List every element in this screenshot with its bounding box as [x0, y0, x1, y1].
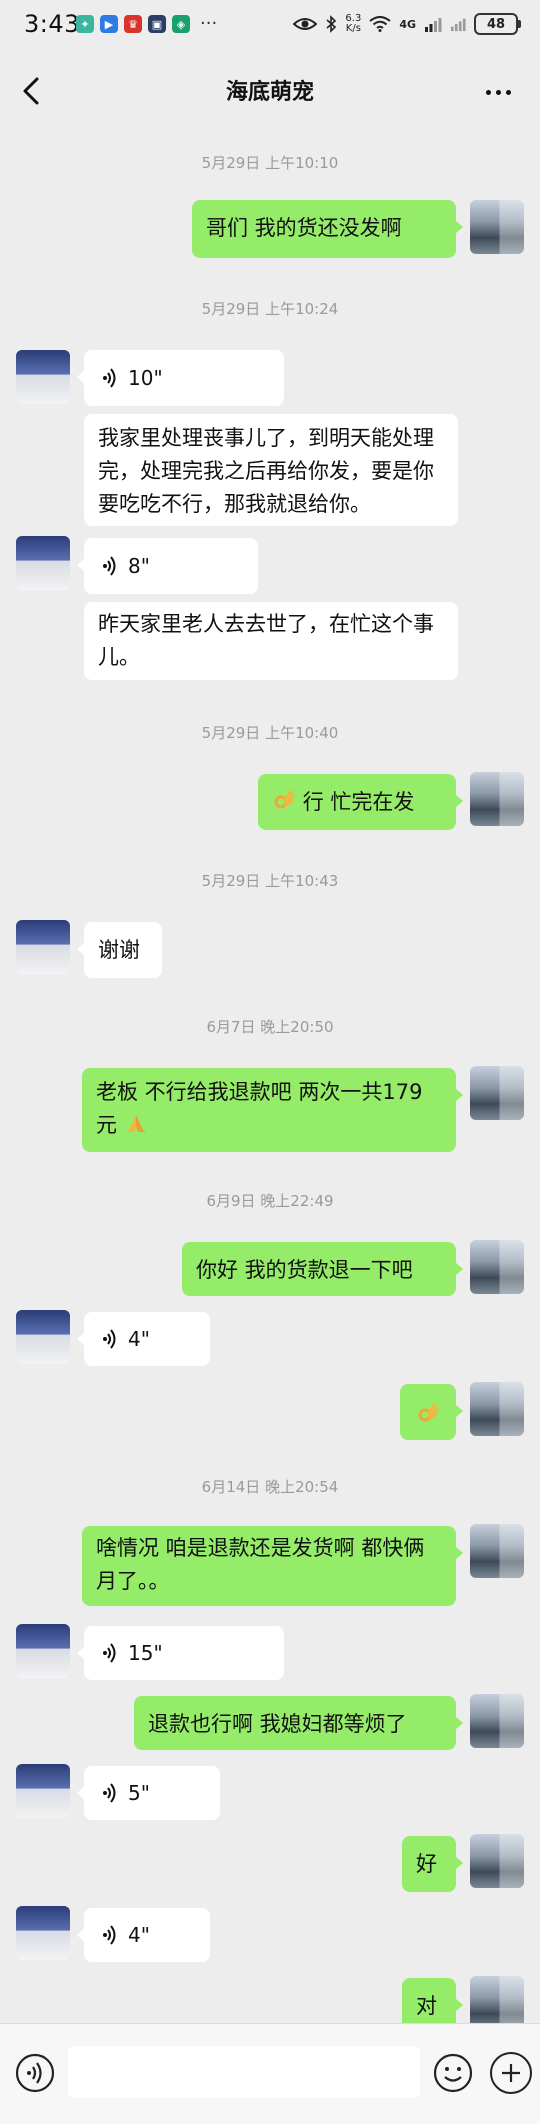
pray-emoji	[125, 1115, 146, 1132]
message-input[interactable]	[68, 2046, 420, 2098]
avatar[interactable]	[16, 1624, 70, 1678]
status-bar: 3:43 ✦ ▶ ♛ ▣ ◈ ··· 6.3 K/s 4G 48	[0, 0, 540, 46]
timestamp: 6月7日 晚上20:50	[206, 1018, 334, 1036]
notification-app-icon: ♛	[124, 15, 142, 33]
bluetooth-icon	[326, 15, 337, 33]
avatar[interactable]	[470, 1066, 524, 1120]
timestamp: 5月29日 上午10:10	[201, 154, 339, 172]
message-bubble[interactable]: 好	[402, 1836, 463, 1892]
ok-hand-emoji	[274, 790, 295, 809]
notification-app-icon: ✦	[76, 15, 94, 33]
signal-icon	[450, 18, 466, 32]
status-time: 3:43	[24, 10, 80, 38]
timestamp: 6月9日 晚上22:49	[206, 1192, 334, 1210]
emoji-message[interactable]	[400, 1384, 463, 1440]
network-type: 4G	[399, 17, 416, 31]
voice-duration: 10"	[128, 365, 163, 390]
voice-message[interactable]: 4"	[77, 1312, 210, 1366]
plus-icon[interactable]	[490, 2052, 532, 2094]
eye-icon	[293, 18, 318, 30]
message-text: 我家里处理丧事儿了，到明天能处理完，处理完我之后再给你发，要是你要吃吃不行，那我…	[98, 426, 434, 516]
message-text: 谢谢	[98, 938, 140, 962]
voice-duration: 15"	[128, 1640, 163, 1665]
voice-duration: 4"	[128, 1326, 150, 1351]
message-text: 昨天家里老人去去世了，在忙这个事儿。	[98, 612, 434, 669]
timestamp: 5月29日 上午10:40	[201, 724, 339, 742]
chat-title: 海底萌宠	[225, 80, 314, 105]
avatar[interactable]	[470, 1976, 524, 2030]
status-more: ···	[200, 13, 218, 34]
more-dots-icon[interactable]	[478, 80, 518, 104]
voice-wave-icon	[102, 367, 118, 389]
net-speed: 6.3 K/s	[345, 13, 362, 34]
avatar[interactable]	[470, 1834, 524, 1888]
avatar[interactable]	[16, 1764, 70, 1818]
avatar[interactable]	[470, 1240, 524, 1294]
wifi-icon	[369, 16, 391, 32]
message-text: 对	[416, 1994, 437, 2018]
voice-wave-icon	[102, 1642, 118, 1664]
signal-icon	[425, 18, 442, 32]
voice-message[interactable]: 4"	[77, 1908, 210, 1962]
message-text: 退款也行啊 我媳妇都等烦了	[148, 1712, 407, 1736]
message-text: 行 忙完在发	[302, 790, 415, 814]
message-bubble[interactable]: 我家里处理丧事儿了，到明天能处理完，处理完我之后再给你发，要是你要吃吃不行，那我…	[84, 414, 458, 526]
message-bubble[interactable]: 行 忙完在发	[258, 774, 463, 830]
voice-wave-icon	[102, 1924, 118, 1946]
notification-app-icon: ▣	[148, 15, 166, 33]
message-bubble[interactable]: 老板 不行给我退款吧 两次一共179元	[82, 1068, 463, 1152]
avatar[interactable]	[470, 1382, 524, 1436]
timestamp: 5月29日 上午10:43	[201, 872, 339, 890]
message-text: 啥情况 咱是退款还是发货啊 都快俩月了。。	[96, 1536, 425, 1593]
avatar[interactable]	[470, 200, 524, 254]
avatar[interactable]	[470, 1524, 524, 1578]
status-app-icons: ✦ ▶ ♛ ▣ ◈ ···	[76, 15, 217, 33]
voice-wave-icon	[102, 555, 118, 577]
ok-hand-emoji	[418, 1403, 439, 1422]
notification-app-icon: ◈	[172, 15, 190, 33]
message-bubble[interactable]: 退款也行啊 我媳妇都等烦了	[134, 1696, 463, 1750]
voice-message[interactable]: 15"	[77, 1626, 284, 1680]
avatar[interactable]	[16, 1310, 70, 1364]
voice-duration: 8"	[128, 553, 150, 578]
message-bubble[interactable]: 啥情况 咱是退款还是发货啊 都快俩月了。。	[82, 1526, 463, 1606]
voice-duration: 5"	[128, 1780, 150, 1805]
message-bubble[interactable]: 哥们 我的货还没发啊	[192, 200, 463, 258]
chat-message-list[interactable]: 5月29日 上午10:10 哥们 我的货还没发啊 5月29日 上午10:24 1…	[0, 136, 540, 2034]
message-text: 哥们 我的货还没发啊	[206, 216, 402, 240]
message-bubble[interactable]: 你好 我的货款退一下吧	[182, 1242, 463, 1296]
voice-message[interactable]: 5"	[77, 1766, 220, 1820]
input-bar	[0, 2023, 540, 2124]
avatar[interactable]	[470, 1694, 524, 1748]
message-text: 好	[416, 1852, 437, 1876]
avatar[interactable]	[16, 1906, 70, 1960]
emoji-icon[interactable]	[432, 2052, 474, 2094]
notification-app-icon: ▶	[100, 15, 118, 33]
voice-message[interactable]: 10"	[77, 350, 284, 406]
status-indicators: 6.3 K/s 4G 48	[293, 12, 521, 36]
voice-toggle-icon[interactable]	[14, 2052, 56, 2094]
message-bubble[interactable]: 谢谢	[77, 922, 162, 978]
timestamp: 5月29日 上午10:24	[201, 300, 339, 318]
timestamp: 6月14日 晚上20:54	[201, 1478, 339, 1496]
voice-duration: 4"	[128, 1922, 150, 1947]
avatar[interactable]	[16, 350, 70, 404]
chat-header: 海底萌宠	[0, 46, 540, 136]
message-text: 你好 我的货款退一下吧	[196, 1258, 413, 1282]
avatar[interactable]	[16, 920, 70, 974]
voice-wave-icon	[102, 1328, 118, 1350]
avatar[interactable]	[470, 772, 524, 826]
battery-indicator: 48	[474, 13, 521, 35]
message-bubble[interactable]: 昨天家里老人去去世了，在忙这个事儿。	[84, 602, 458, 680]
avatar[interactable]	[16, 536, 70, 590]
voice-message[interactable]: 8"	[77, 538, 258, 594]
voice-wave-icon	[102, 1782, 118, 1804]
